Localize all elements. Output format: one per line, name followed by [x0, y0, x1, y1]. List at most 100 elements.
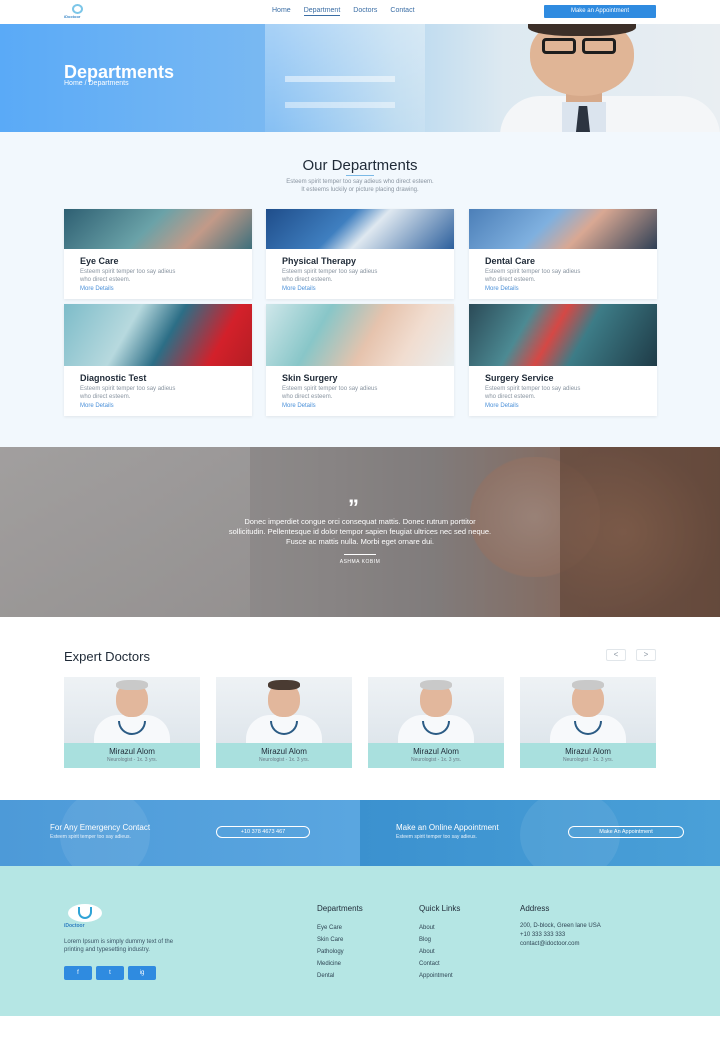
phone-button[interactable]: +10 378 4673 467: [216, 826, 310, 838]
nav-contact[interactable]: Contact: [390, 7, 414, 16]
department-card[interactable]: Surgery Service Esteem spirit temper too…: [469, 304, 657, 416]
nav-department[interactable]: Department: [303, 7, 341, 16]
department-image: [266, 209, 454, 249]
department-image: [266, 304, 454, 366]
hero-doctor-image: [490, 24, 720, 132]
page-bottom: [0, 1016, 720, 1040]
title-underline: [346, 175, 374, 176]
testimonial-section: ” Donec imperdiet congue orci consequat …: [0, 447, 720, 617]
doctor-specialty: Neurologist - 1x. 3 yrs.: [106, 757, 158, 763]
subtitle-line: It esteems luckily or picture placing dr…: [301, 187, 419, 193]
department-card[interactable]: Eye Care Esteem spirit temper too say ad…: [64, 209, 252, 299]
department-image: [469, 209, 657, 249]
department-title: Dental Care: [485, 256, 536, 266]
nav-home[interactable]: Home: [272, 7, 291, 16]
hero-shelf: [285, 102, 395, 108]
doctor-card[interactable]: Mirazul Alom Neurologist - 1x. 3 yrs.: [216, 677, 352, 768]
more-details-link[interactable]: More Details: [485, 403, 641, 409]
doctor-card[interactable]: Mirazul Alom Neurologist - 1x. 3 yrs.: [520, 677, 656, 768]
divider: [344, 554, 376, 555]
departments-section: Our Departments Esteem spirit temper too…: [0, 132, 720, 447]
department-desc: Esteem spirit temper too say adieus who d…: [80, 269, 176, 283]
footer-departments-title: Departments: [317, 904, 363, 913]
department-card[interactable]: Skin Surgery Esteem spirit temper too sa…: [266, 304, 454, 416]
emergency-subtitle: Esteem spirit temper too say adieus.: [50, 834, 131, 840]
footer-description: Lorem Ipsum is simply dummy text of the …: [64, 939, 174, 953]
doctor-name: Mirazul Alom: [109, 747, 155, 756]
doctor-card[interactable]: Mirazul Alom Neurologist - 1x. 3 yrs.: [368, 677, 504, 768]
department-desc: Esteem spirit temper too say adieus who d…: [282, 269, 378, 283]
carousel-prev-button[interactable]: <: [606, 649, 626, 661]
department-desc: Esteem spirit temper too say adieus who d…: [80, 386, 176, 400]
make-appointment-button[interactable]: Make an Appointment: [544, 5, 656, 18]
footer-link[interactable]: Contact: [419, 961, 440, 967]
footer-link[interactable]: Dental: [317, 973, 334, 979]
department-desc: Esteem spirit temper too say adieus who d…: [485, 386, 581, 400]
footer-link[interactable]: About: [419, 925, 435, 931]
testimonial-author: ASHMA KOBIM: [339, 559, 381, 565]
doctor-specialty: Neurologist - 1x. 3 yrs.: [410, 757, 462, 763]
nav-doctors[interactable]: Doctors: [353, 7, 377, 16]
footer-link[interactable]: Pathology: [317, 949, 344, 955]
carousel-next-button[interactable]: >: [636, 649, 656, 661]
section-title: Our Departments: [302, 157, 418, 174]
footer-link[interactable]: Medicine: [317, 961, 341, 967]
department-title: Diagnostic Test: [80, 373, 147, 383]
footer-link[interactable]: Skin Care: [317, 937, 343, 943]
footer-link[interactable]: Blog: [419, 937, 431, 943]
email-line[interactable]: contact@idoctoor.com: [520, 941, 579, 947]
make-appointment-cta-button[interactable]: Make An Appointment: [568, 826, 684, 838]
doctor-specialty: Neurologist - 1x. 3 yrs.: [258, 757, 310, 763]
department-image: [469, 304, 657, 366]
doctor-card[interactable]: Mirazul Alom Neurologist - 1x. 3 yrs.: [64, 677, 200, 768]
department-title: Eye Care: [80, 256, 119, 266]
facebook-icon[interactable]: f: [64, 966, 92, 980]
phone-line: +10 333 333 333: [520, 932, 566, 938]
logo-text: iDoctoor: [64, 923, 85, 929]
department-image: [64, 304, 252, 366]
footer-link[interactable]: About: [419, 949, 435, 955]
doctor-name: Mirazul Alom: [261, 747, 307, 756]
appointment-title: Make an Online Appointment: [396, 823, 499, 832]
department-card[interactable]: Diagnostic Test Esteem spirit temper too…: [64, 304, 252, 416]
department-title: Skin Surgery: [282, 373, 338, 383]
cta-banner: For Any Emergency Contact Esteem spirit …: [0, 800, 720, 866]
more-details-link[interactable]: More Details: [282, 403, 438, 409]
department-card[interactable]: Physical Therapy Esteem spirit temper to…: [266, 209, 454, 299]
footer-address-title: Address: [520, 904, 550, 913]
logo-icon: [72, 4, 83, 14]
footer-link[interactable]: Eye Care: [317, 925, 342, 931]
section-title: Expert Doctors: [64, 649, 150, 664]
section-subtitle: Esteem spirit temper too say adieus who …: [240, 178, 480, 194]
online-appointment-panel: Make an Online Appointment Esteem spirit…: [360, 800, 720, 866]
more-details-link[interactable]: More Details: [485, 286, 641, 292]
instagram-icon[interactable]: ig: [128, 966, 156, 980]
logo-text: iDoctoor: [64, 14, 81, 19]
doctor-specialty: Neurologist - 1x. 3 yrs.: [562, 757, 614, 763]
twitter-icon[interactable]: t: [96, 966, 124, 980]
doctors-section: Expert Doctors < > Mirazul Alom Neurolog…: [0, 617, 720, 800]
more-details-link[interactable]: More Details: [80, 403, 236, 409]
doctor-name: Mirazul Alom: [565, 747, 611, 756]
department-desc: Esteem spirit temper too say adieus who d…: [282, 386, 378, 400]
logo[interactable]: iDoctoor: [64, 4, 92, 20]
nav-links: Home Department Doctors Contact: [272, 7, 415, 16]
hero-banner: Departments Home / Departments: [0, 24, 720, 132]
department-title: Surgery Service: [485, 373, 554, 383]
address-line: 200, D-block, Green lane USA: [520, 923, 601, 929]
department-image: [64, 209, 252, 249]
appointment-subtitle: Esteem spirit temper too say adieus.: [396, 834, 477, 840]
footer: iDoctoor Lorem Ipsum is simply dummy tex…: [0, 866, 720, 1016]
footer-quicklinks-title: Quick Links: [419, 904, 461, 913]
more-details-link[interactable]: More Details: [282, 286, 438, 292]
footer-link[interactable]: Appointment: [419, 973, 453, 979]
top-nav: iDoctoor Home Department Doctors Contact…: [0, 0, 720, 24]
more-details-link[interactable]: More Details: [80, 286, 236, 292]
breadcrumb[interactable]: Home / Departments: [64, 80, 129, 87]
emergency-title: For Any Emergency Contact: [50, 823, 151, 832]
footer-logo[interactable]: iDoctoor: [64, 904, 108, 929]
emergency-contact-panel: For Any Emergency Contact Esteem spirit …: [0, 800, 360, 866]
testimonial-text: Donec imperdiet congue orci consequat ma…: [228, 517, 492, 546]
department-title: Physical Therapy: [282, 256, 357, 266]
department-card[interactable]: Dental Care Esteem spirit temper too say…: [469, 209, 657, 299]
